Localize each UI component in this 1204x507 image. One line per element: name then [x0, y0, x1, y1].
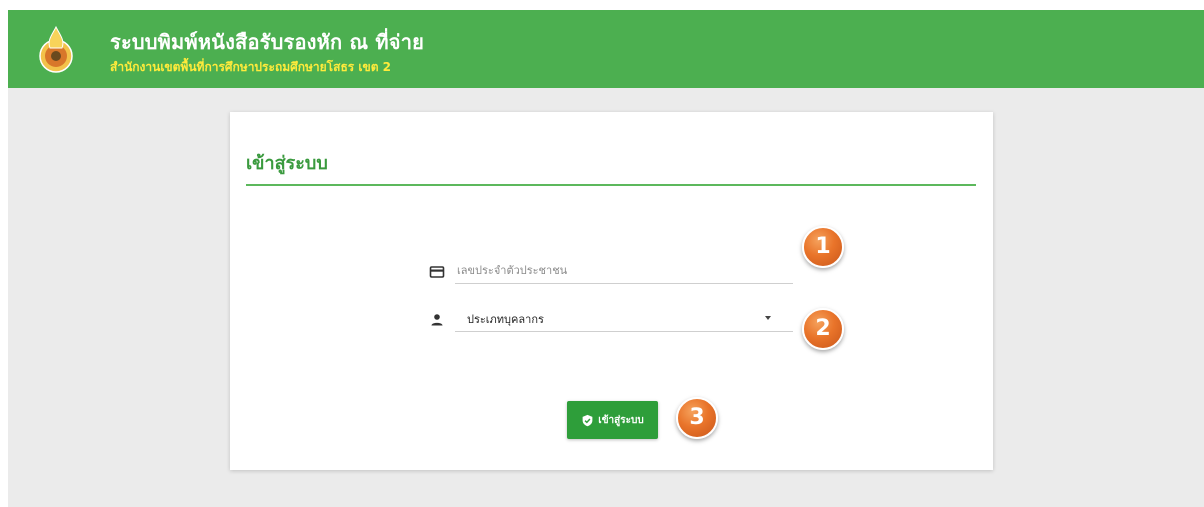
app-title: ระบบพิมพ์หนังสือรับรองหัก ณ ที่จ่าย [110, 30, 425, 54]
login-button[interactable]: เข้าสู่ระบบ [567, 401, 658, 439]
personnel-type-value: ประเภทบุคลากร [467, 313, 544, 326]
title-divider [246, 184, 976, 186]
chevron-down-icon [765, 316, 771, 320]
id-card-icon [429, 266, 445, 278]
step-badge-1: 1 [802, 226, 844, 268]
step-badge-3: 3 [676, 397, 718, 439]
step-badge-2: 2 [802, 308, 844, 350]
person-icon [431, 314, 443, 326]
citizen-id-input[interactable] [455, 258, 793, 284]
personnel-type-select[interactable]: ประเภทบุคลากร [455, 306, 793, 332]
login-card: เข้าสู่ระบบ ประเภทบุคลากร เข้าสู่ระบบ [230, 112, 993, 470]
login-button-label: เข้าสู่ระบบ [598, 414, 644, 426]
login-title: เข้าสู่ระบบ [246, 153, 328, 174]
top-header: ระบบพิมพ์หนังสือรับรองหัก ณ ที่จ่าย สำนั… [8, 10, 1204, 88]
office-subtitle: สำนักงานเขตพื้นที่การศึกษาประถมศึกษายโสธ… [110, 60, 392, 74]
shield-check-icon [582, 414, 593, 426]
emblem-logo [39, 25, 73, 73]
